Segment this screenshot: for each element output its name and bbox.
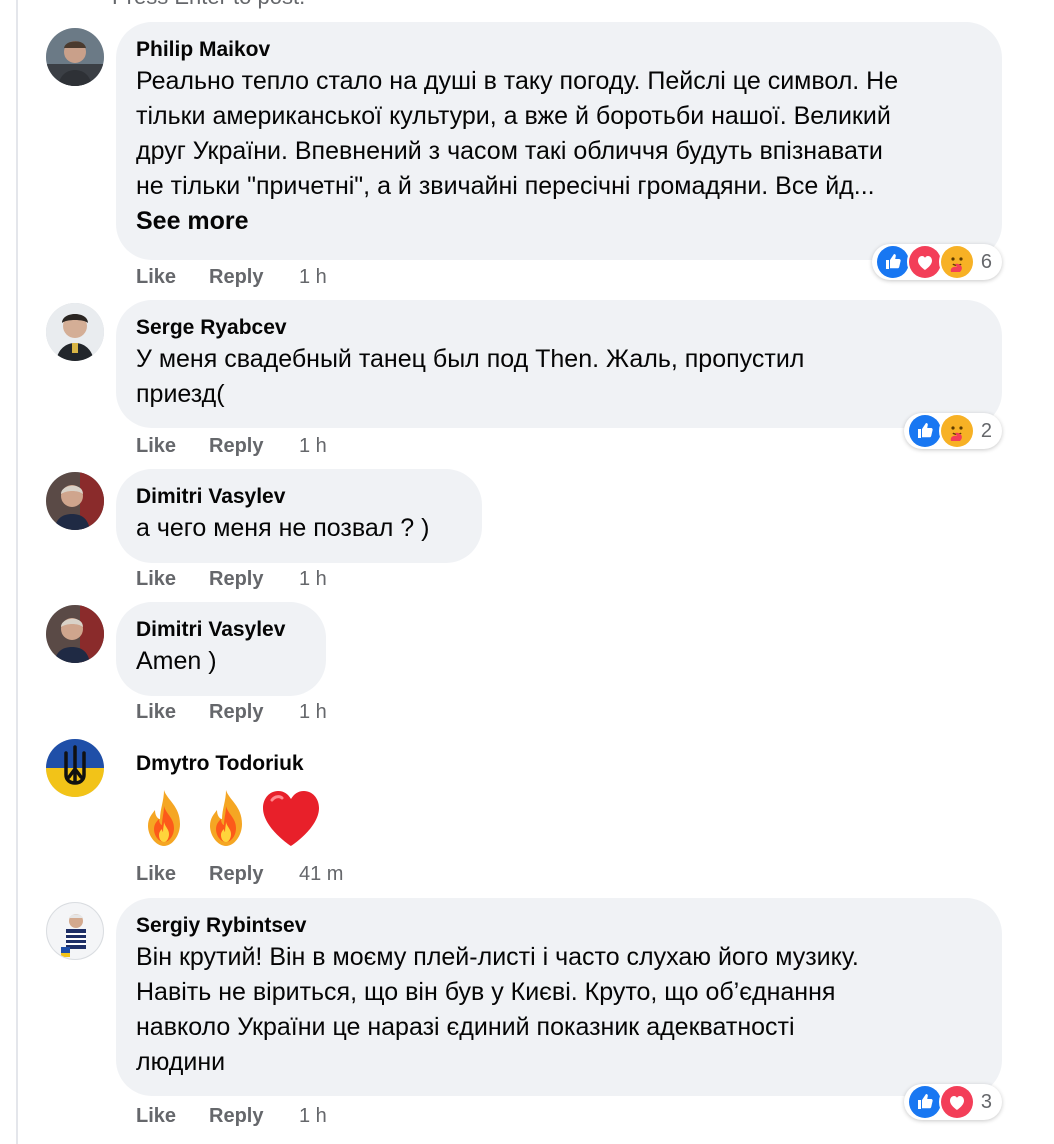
avatar[interactable] [46, 739, 104, 797]
care-icon [938, 413, 975, 449]
fire-emoji [136, 788, 192, 850]
comment-author[interactable]: Dimitri Vasylev [136, 616, 304, 644]
comment-bubble: Serge Ryabcev У меня свадебный танец был… [116, 300, 1002, 428]
comment-text: а чего меня не позвал ? ) [136, 514, 430, 542]
like-icon [906, 413, 943, 449]
comment-text: Amen ) [136, 647, 217, 675]
like-icon [906, 1084, 943, 1120]
comment-actions: Like Reply 1 h [136, 1104, 327, 1128]
avatar[interactable] [46, 472, 104, 530]
comment-timestamp[interactable]: 1 h [299, 567, 327, 591]
comment-text: Він крутий! Він в моєму плей-листі і час… [136, 943, 859, 1076]
heart-emoji [260, 788, 322, 850]
reply-button[interactable]: Reply [209, 700, 299, 724]
avatar-photo-dimitri [46, 605, 104, 663]
comment-timestamp[interactable]: 1 h [299, 700, 327, 724]
like-button[interactable]: Like [136, 700, 209, 724]
fire-emoji [198, 788, 254, 850]
avatar-photo-dimitri [46, 472, 104, 530]
like-button[interactable]: Like [136, 265, 209, 289]
care-icon [938, 244, 975, 280]
comments-panel: Press Enter to post. Philip Maikov Реаль… [0, 0, 1054, 1144]
reactions-summary[interactable]: 3 [903, 1084, 1002, 1120]
like-icon [874, 244, 911, 280]
reply-button[interactable]: Reply [209, 1104, 299, 1128]
comment-timestamp[interactable]: 1 h [299, 434, 327, 458]
reply-button[interactable]: Reply [209, 265, 299, 289]
comment-actions: Like Reply 1 h [136, 434, 327, 458]
comment-author[interactable]: Dmytro Todoriuk [136, 750, 494, 778]
comment-actions: Like Reply 1 h [136, 265, 327, 289]
see-more-link[interactable]: See more [136, 204, 980, 238]
avatar-photo-sergiy [47, 903, 103, 959]
comment-bubble: Sergiy Rybintsev Він крутий! Він в моєму… [116, 898, 1002, 1096]
reply-button[interactable]: Reply [209, 567, 299, 591]
comment-bubble: Dimitri Vasylev а чего меня не позвал ? … [116, 469, 482, 563]
reactions-summary[interactable]: 6 [871, 244, 1002, 280]
reaction-count: 3 [980, 1090, 992, 1113]
reaction-count: 2 [980, 419, 992, 442]
comment-text: Реально тепло стало на душі в таку погод… [136, 67, 899, 200]
reply-button[interactable]: Reply [209, 434, 299, 458]
avatar[interactable] [46, 303, 104, 361]
comment-bubble: Dimitri Vasylev Amen ) [116, 602, 326, 696]
comment-bubble: Philip Maikov Реально тепло стало на душ… [116, 22, 1002, 260]
love-icon [938, 1084, 975, 1120]
comment-bubble: Dmytro Todoriuk [116, 736, 516, 856]
comment-input-hint: Press Enter to post. [112, 0, 305, 8]
comment-actions: Like Reply 1 h [136, 567, 327, 591]
comment-author[interactable]: Philip Maikov [136, 36, 980, 64]
reaction-count: 6 [980, 250, 992, 273]
comment-author[interactable]: Dimitri Vasylev [136, 483, 460, 511]
comment-author[interactable]: Serge Ryabcev [136, 314, 980, 342]
like-button[interactable]: Like [136, 862, 209, 886]
reply-button[interactable]: Reply [209, 862, 299, 886]
reactions-summary[interactable]: 2 [903, 413, 1002, 449]
avatar-ukraine-trident [46, 739, 104, 797]
avatar[interactable] [46, 902, 104, 960]
comment-author[interactable]: Sergiy Rybintsev [136, 912, 980, 940]
thread-line [16, 0, 18, 1144]
comment-actions: Like Reply 41 m [136, 862, 343, 886]
avatar[interactable] [46, 605, 104, 663]
comment-actions: Like Reply 1 h [136, 700, 327, 724]
comment-timestamp[interactable]: 1 h [299, 265, 327, 289]
like-button[interactable]: Like [136, 567, 209, 591]
love-icon [906, 244, 943, 280]
like-button[interactable]: Like [136, 1104, 209, 1128]
like-button[interactable]: Like [136, 434, 209, 458]
emoji-content [136, 788, 494, 850]
avatar-photo-philip [46, 28, 104, 86]
avatar[interactable] [46, 28, 104, 86]
avatar-photo-serge [46, 303, 104, 361]
comment-text: У меня свадебный танец был под Then. Жал… [136, 345, 805, 408]
comment-timestamp[interactable]: 41 m [299, 862, 343, 886]
comment-timestamp[interactable]: 1 h [299, 1104, 327, 1128]
